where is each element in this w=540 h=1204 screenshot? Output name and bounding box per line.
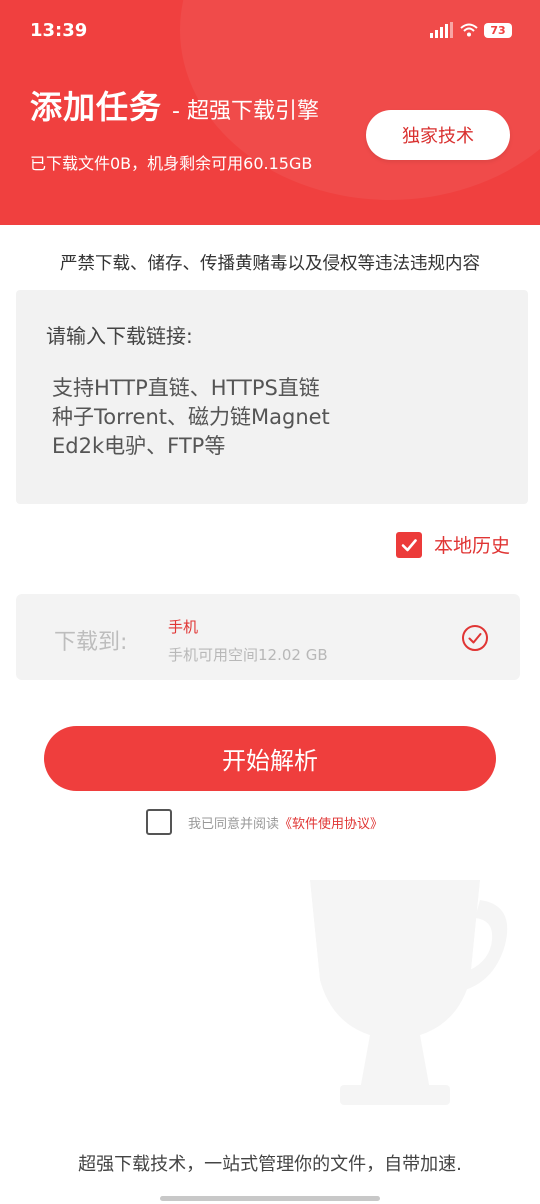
- trophy-icon: [310, 880, 508, 1105]
- agreement-link[interactable]: 《软件使用协议》: [279, 813, 383, 832]
- download-destination[interactable]: 下载到: 手机 手机可用空间12.02 GB: [16, 594, 520, 680]
- link-input-label: 请输入下载链接:: [46, 324, 193, 348]
- legal-warning: 严禁下载、储存、传播黄赌毒以及侵权等违法违规内容: [60, 254, 480, 274]
- signal-icon: [430, 22, 454, 38]
- battery-icon: 73: [484, 22, 512, 38]
- placeholder-line: 种子Torrent、磁力链Magnet: [52, 405, 330, 429]
- history-checkbox[interactable]: [395, 531, 422, 558]
- history-label: 本地历史: [433, 535, 510, 557]
- download-link-input[interactable]: 请输入下载链接: 支持HTTP直链、HTTPS直链 种子Torrent、磁力链M…: [16, 290, 528, 504]
- destination-label: 下载到:: [54, 630, 128, 655]
- wifi-icon: [460, 23, 478, 37]
- destination-name: 手机: [168, 618, 199, 636]
- checkmark-icon: [401, 538, 417, 551]
- page-title-row: 添加任务 - 超强下载引擎: [30, 82, 319, 128]
- footer-slogan: 超强下载技术，一站式管理你的文件，自带加速.: [78, 1154, 462, 1175]
- page-subtitle: - 超强下载引擎: [172, 99, 319, 124]
- status-time: 13:39: [30, 20, 88, 41]
- placeholder-line: 支持HTTP直链、HTTPS直链: [52, 376, 320, 400]
- check-circle-icon: [462, 625, 488, 651]
- link-input-placeholder: 支持HTTP直链、HTTPS直链 种子Torrent、磁力链Magnet Ed2…: [52, 374, 330, 461]
- page-title: 添加任务: [30, 88, 163, 126]
- agreement-checkbox[interactable]: [146, 809, 172, 835]
- storage-info: 已下载文件0B，机身剩余可用60.15GB: [30, 154, 313, 173]
- status-icons: 73: [430, 22, 512, 38]
- local-history-toggle[interactable]: 本地历史: [395, 531, 510, 558]
- start-parse-button[interactable]: 开始解析: [44, 726, 496, 791]
- agreement-row: 我已同意并阅读 《软件使用协议》: [146, 809, 383, 835]
- status-bar: 13:39 73: [0, 0, 540, 60]
- destination-space: 手机可用空间12.02 GB: [168, 646, 328, 664]
- header: 13:39 73 添加任务 - 超强下载引擎 已下载文件0B，机身剩余可用60.…: [0, 0, 540, 225]
- placeholder-line: Ed2k电驴、FTP等: [52, 434, 226, 458]
- exclusive-tech-button[interactable]: 独家技术: [366, 110, 510, 160]
- agreement-text: 我已同意并阅读: [188, 816, 280, 832]
- home-indicator[interactable]: [160, 1196, 380, 1201]
